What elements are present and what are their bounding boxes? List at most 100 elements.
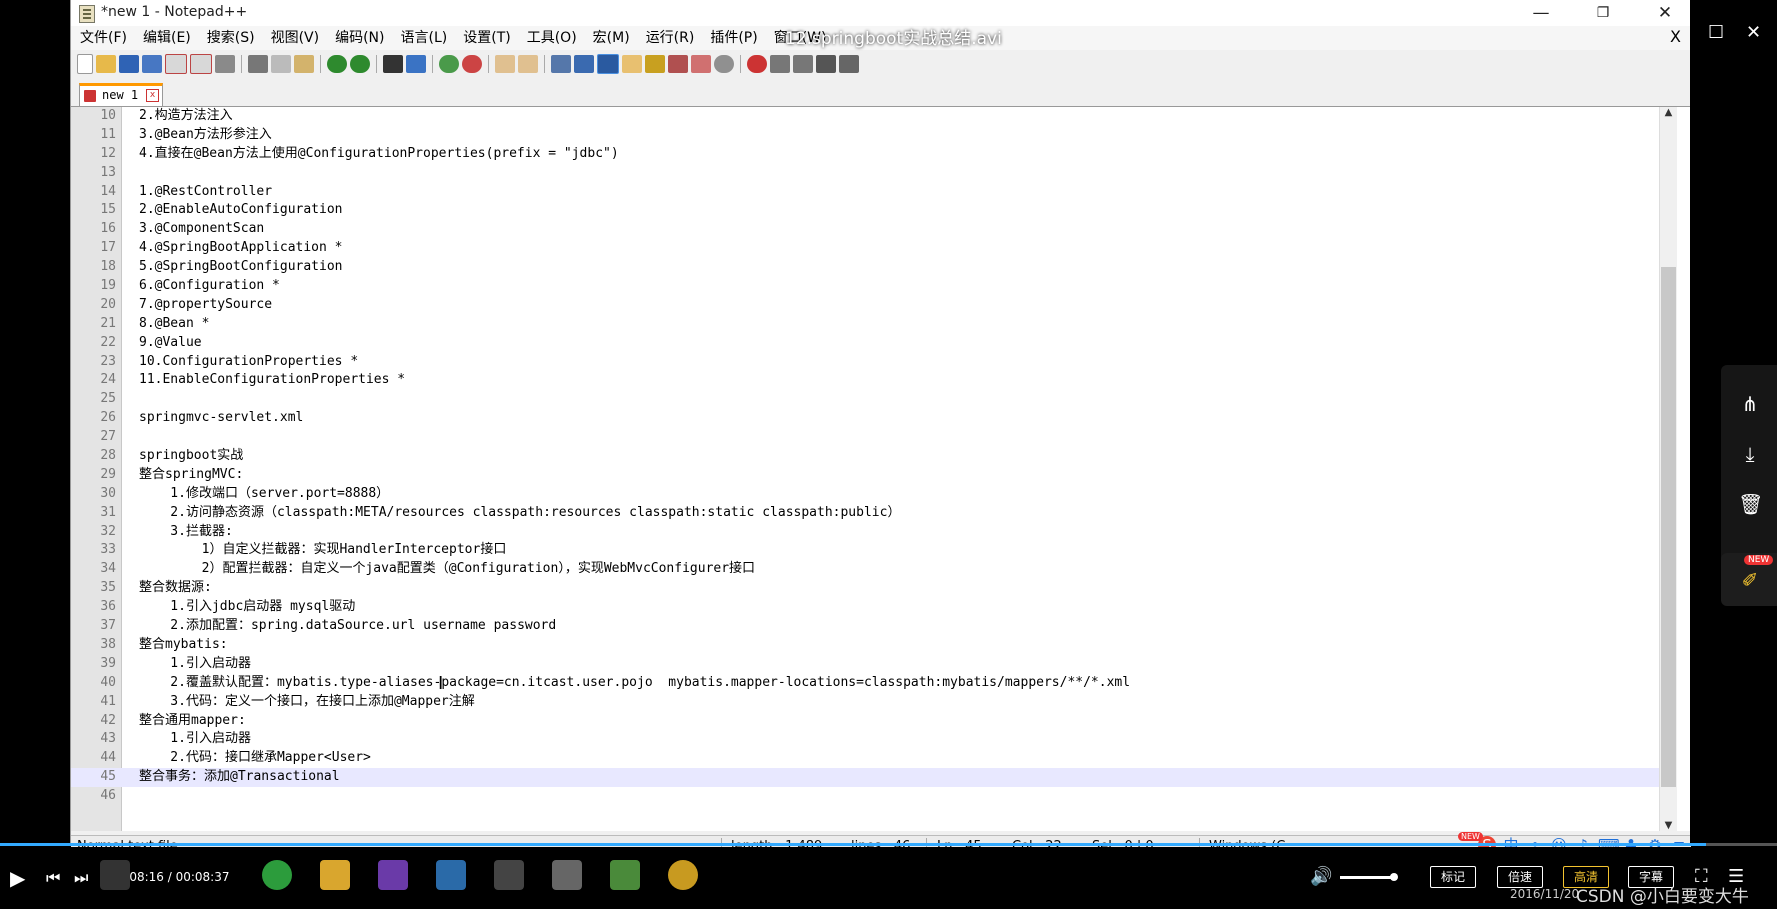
line-text[interactable]: springmvc-servlet.xml: [139, 409, 303, 428]
editor-line[interactable]: 17 4.@SpringBootApplication *: [71, 239, 1659, 258]
copy-icon[interactable]: [271, 55, 291, 73]
editor-lines[interactable]: 10 2.构造方法注入 11 3.@Bean方法形参注入 12 4.直接在@Bean方法上…: [71, 107, 1659, 806]
mysql-workbench-icon[interactable]: [436, 860, 466, 890]
previous-icon[interactable]: ⏮: [46, 868, 60, 888]
line-text[interactable]: 整合事务：添加@Transactional: [139, 768, 340, 787]
maximize-button[interactable]: ❐: [1583, 1, 1623, 25]
line-text[interactable]: 3.拦截器:: [139, 523, 233, 542]
chrome-icon[interactable]: [262, 860, 292, 890]
line-text[interactable]: 2.代码：接口继承Mapper<User>: [139, 749, 371, 768]
scroll-down-icon[interactable]: ▼: [1660, 820, 1677, 831]
show-all-chars-icon[interactable]: [574, 55, 594, 73]
volume-slider[interactable]: [1340, 873, 1398, 881]
doc-map-icon[interactable]: [622, 55, 642, 73]
editor-line[interactable]: 13: [71, 164, 1659, 183]
editor-line[interactable]: 22 9.@Value: [71, 334, 1659, 353]
line-text[interactable]: 1.@RestController: [139, 183, 272, 202]
record-macro-icon[interactable]: [747, 55, 767, 73]
tool-icon[interactable]: [494, 860, 524, 890]
player-maximize-icon[interactable]: ☐: [1708, 22, 1724, 43]
editor-line[interactable]: 23 10.ConfigurationProperties *: [71, 353, 1659, 372]
menu-item[interactable]: 视图(V): [262, 26, 327, 50]
line-text[interactable]: 整合通用mapper:: [139, 712, 246, 731]
line-text[interactable]: 整合springMVC:: [139, 466, 243, 485]
close-all-icon[interactable]: [190, 54, 212, 74]
notepadpp-taskbar-icon[interactable]: [610, 860, 640, 890]
editor-line[interactable]: 16 3.@ComponentScan: [71, 220, 1659, 239]
line-text[interactable]: 1）自定义拦截器：实现HandlerInterceptor接口: [139, 541, 507, 560]
editor-line[interactable]: 44 2.代码：接口继承Mapper<User>: [71, 749, 1659, 768]
line-text[interactable]: 整合数据源:: [139, 579, 212, 598]
windows-start-icon[interactable]: [100, 860, 130, 890]
undo-icon[interactable]: [327, 55, 347, 73]
scroll-up-icon[interactable]: ▲: [1660, 107, 1677, 118]
line-text[interactable]: 3.代码：定义一个接口，在接口上添加@Mapper注解: [139, 693, 474, 712]
menu-item[interactable]: 搜索(S): [198, 26, 262, 50]
line-text[interactable]: 3.@ComponentScan: [139, 220, 264, 239]
speed-button[interactable]: 倍速: [1497, 866, 1543, 888]
editor-line[interactable]: 46: [71, 787, 1659, 806]
editor-line[interactable]: 19 6.@Configuration *: [71, 277, 1659, 296]
playback-macro-icon[interactable]: [793, 55, 813, 73]
line-text[interactable]: 1.引入启动器: [139, 655, 251, 674]
menu-close-button[interactable]: X: [1670, 27, 1681, 46]
editor-line[interactable]: 36 1.引入jdbc启动器 mysql驱动: [71, 598, 1659, 617]
close-file-icon[interactable]: [165, 54, 187, 74]
editor-line[interactable]: 32 3.拦截器:: [71, 523, 1659, 542]
save-all-icon[interactable]: [142, 55, 162, 73]
line-text[interactable]: 1.修改端口（server.port=8888）: [139, 485, 389, 504]
line-text[interactable]: 1.引入jdbc启动器 mysql驱动: [139, 598, 355, 617]
line-text[interactable]: 8.@Bean *: [139, 315, 209, 334]
menu-item[interactable]: 语言(L): [392, 26, 455, 50]
editor-line[interactable]: 18 5.@SpringBootConfiguration: [71, 258, 1659, 277]
line-text[interactable]: 3.@Bean方法形参注入: [139, 126, 272, 145]
close-window-button[interactable]: ✕: [1645, 1, 1685, 25]
line-text[interactable]: 11.EnableConfigurationProperties *: [139, 371, 405, 390]
line-text[interactable]: 2.添加配置：spring.dataSource.url username pa…: [139, 617, 556, 636]
editor-line[interactable]: 14 1.@RestController: [71, 183, 1659, 202]
editor-line[interactable]: 45 整合事务：添加@Transactional: [71, 768, 1659, 788]
editor-line[interactable]: 21 8.@Bean *: [71, 315, 1659, 334]
video-progress-bar[interactable]: [0, 843, 1777, 846]
delete-icon[interactable]: 🗑: [1738, 492, 1763, 516]
editor-line[interactable]: 24 11.EnableConfigurationProperties *: [71, 371, 1659, 390]
next-icon[interactable]: ⏭: [74, 868, 88, 888]
redo-icon[interactable]: [350, 55, 370, 73]
editor-line[interactable]: 11 3.@Bean方法形参注入: [71, 126, 1659, 145]
vertical-scrollbar[interactable]: ▲ ▼: [1659, 107, 1677, 831]
file-explorer-icon[interactable]: [320, 860, 350, 890]
find-icon[interactable]: [383, 55, 403, 73]
menu-item[interactable]: 插件(P): [701, 26, 764, 50]
editor-line[interactable]: 30 1.修改端口（server.port=8888）: [71, 485, 1659, 504]
new-file-icon[interactable]: [77, 54, 93, 74]
tab-new-1[interactable]: new 1 x: [79, 83, 163, 106]
paste-icon[interactable]: [294, 55, 314, 73]
line-text[interactable]: 9.@Value: [139, 334, 202, 353]
editor-line[interactable]: 25: [71, 390, 1659, 409]
line-text[interactable]: 整合mybatis:: [139, 636, 228, 655]
open-file-icon[interactable]: [96, 55, 116, 73]
save-macro-icon[interactable]: [839, 55, 859, 73]
chat-icon[interactable]: [714, 55, 734, 73]
intellij-icon[interactable]: [378, 860, 408, 890]
zoom-in-icon[interactable]: [439, 55, 459, 73]
player-close-icon[interactable]: ✕: [1746, 22, 1761, 43]
editor-line[interactable]: 20 7.@propertySource: [71, 296, 1659, 315]
run-macro-multiple-icon[interactable]: [816, 55, 836, 73]
word-wrap-icon[interactable]: [551, 55, 571, 73]
menu-item[interactable]: 运行(R): [637, 26, 702, 50]
cut-icon[interactable]: [248, 55, 268, 73]
editor-line[interactable]: 37 2.添加配置：spring.dataSource.url username…: [71, 617, 1659, 636]
line-text[interactable]: 2）配置拦截器：自定义一个java配置类（@Configuration），实现W…: [139, 560, 755, 579]
editor-line[interactable]: 43 1.引入启动器: [71, 730, 1659, 749]
line-text[interactable]: 1.引入启动器: [139, 730, 251, 749]
line-text[interactable]: 10.ConfigurationProperties *: [139, 353, 358, 372]
menu-item[interactable]: 宏(M): [584, 26, 637, 50]
tab-close-button[interactable]: x: [146, 89, 159, 102]
save-icon[interactable]: [119, 55, 139, 73]
line-text[interactable]: 2.@EnableAutoConfiguration: [139, 201, 343, 220]
editor-line[interactable]: 34 2）配置拦截器：自定义一个java配置类（@Configuration），…: [71, 560, 1659, 579]
editor-line[interactable]: 39 1.引入启动器: [71, 655, 1659, 674]
editor-line[interactable]: 38 整合mybatis:: [71, 636, 1659, 655]
editor-line[interactable]: 28 springboot实战: [71, 447, 1659, 466]
